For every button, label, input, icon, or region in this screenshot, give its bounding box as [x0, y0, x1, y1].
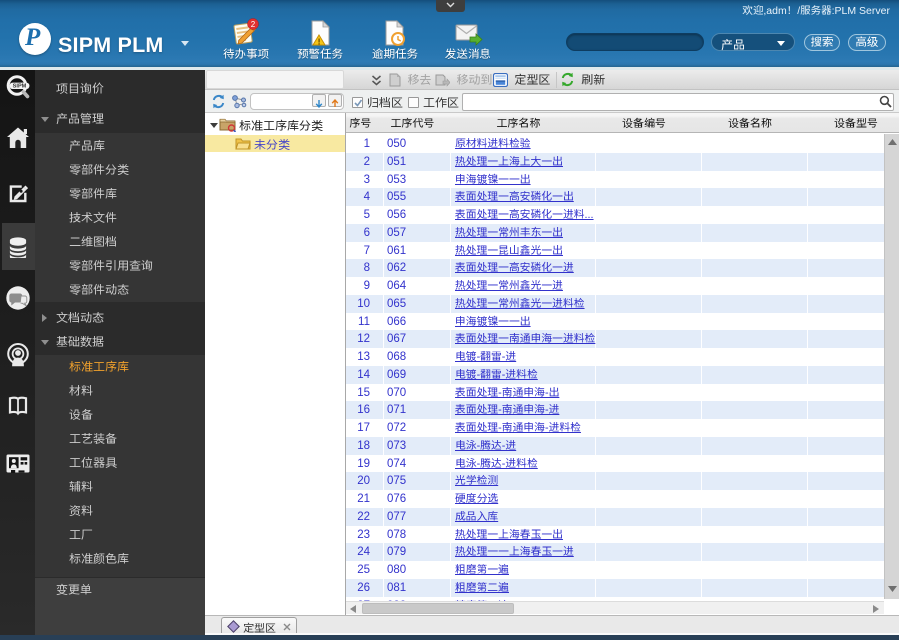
- svg-text:SIPM: SIPM: [12, 84, 26, 90]
- svg-text:2: 2: [251, 20, 256, 29]
